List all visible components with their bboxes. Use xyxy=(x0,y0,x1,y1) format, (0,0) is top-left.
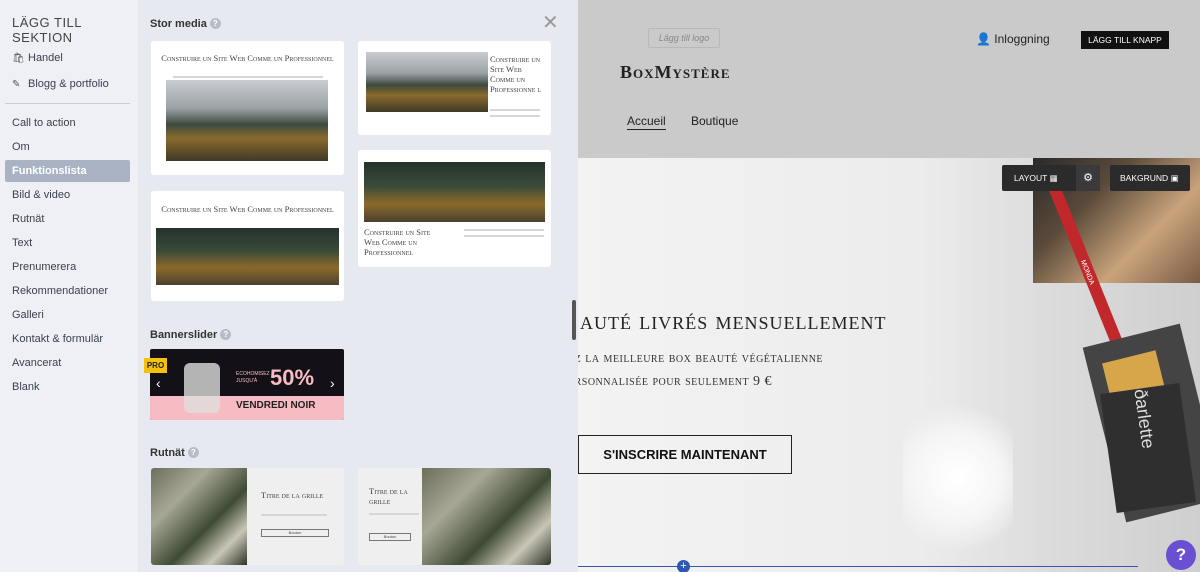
hero-subtitle-1: ez la meilleure box beauté végétalienne xyxy=(578,351,824,366)
login-label: Inloggning xyxy=(994,32,1050,46)
gear-icon[interactable]: ⚙ xyxy=(1076,165,1100,191)
sidebar-item-call-to-action[interactable]: Call to action xyxy=(5,112,130,134)
section-title-bannerslider: Bannerslider? xyxy=(150,329,232,341)
background-button[interactable]: BAKGRUND ▣ xyxy=(1110,165,1190,191)
nav-accueil[interactable]: Accueil xyxy=(627,114,666,130)
card-button: Bouton xyxy=(261,529,329,537)
template-card-media-1[interactable]: Construire un Site Web Comme un Professi… xyxy=(151,41,344,175)
forest-image xyxy=(166,80,328,161)
edit-icon: ✎ xyxy=(12,79,21,90)
section-title-text: Stor media xyxy=(150,18,207,30)
section-title-stor-media: Stor media? xyxy=(150,18,221,30)
card-title: Construire un Site Web Comme un Professi… xyxy=(161,204,334,214)
sidebar-item-label: Blogg & portfolio xyxy=(28,78,109,90)
lashes-box-image: ðarlette xyxy=(1100,383,1196,513)
help-icon[interactable]: ? xyxy=(209,18,221,29)
template-card-grid-1[interactable]: Titre de la grille Bouton xyxy=(151,468,344,565)
garden-image xyxy=(422,468,551,565)
sidebar-item-handel[interactable]: 🛍 Handel xyxy=(5,47,130,69)
image-icon: ▣ xyxy=(1170,173,1179,183)
forest-image xyxy=(366,52,488,112)
section-sidebar: LÄGG TILL SEKTION 🛍 Handel ✎ Blogg & portf… xyxy=(0,0,138,572)
section-divider xyxy=(578,566,1138,567)
template-card-media-3[interactable]: Construire un Site Web Comme un Professi… xyxy=(151,191,344,301)
lash-brand: ðarlette xyxy=(1130,387,1159,450)
sidebar-item-blogg[interactable]: ✎ Blogg & portfolio xyxy=(5,73,130,95)
sidebar-item-prenumerera[interactable]: Prenumerera xyxy=(5,256,130,278)
text-placeholder xyxy=(173,76,323,78)
sidebar-item-rekommendationer[interactable]: Rekommendationer xyxy=(5,280,130,302)
layout-icon: ▦ xyxy=(1049,173,1058,183)
garden-image xyxy=(151,468,247,565)
site-brand[interactable]: BoxMystère xyxy=(620,62,731,83)
bag-icon: 🛍 xyxy=(12,53,25,64)
sidebar-title: LÄGG TILL SEKTION xyxy=(12,15,82,45)
section-title-text: Rutnät xyxy=(150,447,185,459)
help-icon[interactable]: ? xyxy=(187,447,199,458)
section-picker-panel: Stor media? ✕ Construire un Site Web Com… xyxy=(138,0,578,572)
logo-placeholder[interactable]: Lägg till logo xyxy=(648,28,720,48)
text-placeholder xyxy=(464,229,544,231)
banner-prev-arrow[interactable]: ‹ xyxy=(156,375,161,391)
sidebar-item-om[interactable]: Om xyxy=(5,136,130,158)
layout-button[interactable]: LAYOUT ▦ xyxy=(1002,165,1076,191)
banner-small-text: ECOHOMISEZ JUSQU'À xyxy=(236,371,270,384)
card-title: Titre de la grille xyxy=(261,490,324,500)
sidebar-item-avancerat[interactable]: Avancerat xyxy=(5,352,130,374)
banner-figure xyxy=(184,363,220,413)
flowers-image xyxy=(903,388,1013,568)
forest-image xyxy=(364,162,545,222)
login-link[interactable]: 👤 Inloggning xyxy=(976,32,1050,46)
help-button[interactable]: ? xyxy=(1166,540,1196,570)
forest-image xyxy=(156,228,339,285)
site-preview: Lägg till logo BoxMystère 👤 Inloggning L… xyxy=(578,0,1200,572)
sidebar-item-funktionslista[interactable]: Funktionslista xyxy=(5,160,130,182)
layout-label: LAYOUT xyxy=(1014,173,1048,183)
sidebar-item-text[interactable]: Text xyxy=(5,232,130,254)
sidebar-item-bild-video[interactable]: Bild & video xyxy=(5,184,130,206)
text-placeholder xyxy=(490,109,540,111)
card-title: Construire un Site Web Comme un Professi… xyxy=(490,54,542,94)
sidebar-item-kontakt[interactable]: Kontakt & formulär xyxy=(5,328,130,350)
panel-scrollbar[interactable] xyxy=(572,300,576,340)
card-title: Construire un Site Web Comme un Professi… xyxy=(161,53,334,63)
template-card-media-4[interactable]: Construire un Site Web Comme un Professi… xyxy=(358,150,551,267)
banner-percent: 50% xyxy=(270,365,315,390)
banner-next-arrow[interactable]: › xyxy=(330,375,335,391)
user-icon: 👤 xyxy=(976,32,991,46)
pro-badge: PRO xyxy=(144,358,167,373)
text-placeholder xyxy=(464,235,544,237)
section-title-rutnat: Rutnät? xyxy=(150,447,199,459)
text-placeholder xyxy=(261,514,327,516)
text-placeholder xyxy=(369,513,419,515)
add-button[interactable]: LÄGG TILL KNAPP xyxy=(1081,31,1169,49)
subscribe-button[interactable]: S'INSCRIRE MAINTENANT xyxy=(578,435,792,474)
banner-headline: VENDREDI NOIR xyxy=(236,400,316,411)
text-placeholder xyxy=(490,115,540,117)
nav-boutique[interactable]: Boutique xyxy=(691,114,738,128)
template-card-banner[interactable]: ‹ › ECOHOMISEZ JUSQU'À 50% VENDREDI NOIR xyxy=(150,349,344,420)
sidebar-divider xyxy=(5,103,130,104)
sidebar-item-galleri[interactable]: Galleri xyxy=(5,304,130,326)
site-header: Lägg till logo BoxMystère 👤 Inloggning L… xyxy=(578,0,1200,158)
section-title-text: Bannerslider xyxy=(150,329,218,341)
card-title: Titre de la grille xyxy=(369,486,408,506)
template-card-media-2[interactable]: Construire un Site Web Comme un Professi… xyxy=(358,41,551,135)
sidebar-item-blank[interactable]: Blank xyxy=(5,376,130,398)
card-title: Construire un Site Web Comme un Professi… xyxy=(364,227,431,257)
hero-subtitle-2: ersonnalisée pour seulement 9 € xyxy=(578,374,773,389)
hero-headline: eauté livrés mensuellement xyxy=(578,308,887,335)
close-icon[interactable]: ✕ xyxy=(542,10,559,35)
sidebar-item-rutnat[interactable]: Rutnät xyxy=(5,208,130,230)
card-button: Bouton xyxy=(369,533,411,541)
template-card-grid-2[interactable]: Titre de la grille Bouton xyxy=(358,468,551,565)
help-icon[interactable]: ? xyxy=(220,329,232,340)
background-label: BAKGRUND xyxy=(1120,173,1169,183)
sidebar-item-label: Handel xyxy=(28,52,63,64)
add-section-icon[interactable]: + xyxy=(677,560,690,572)
